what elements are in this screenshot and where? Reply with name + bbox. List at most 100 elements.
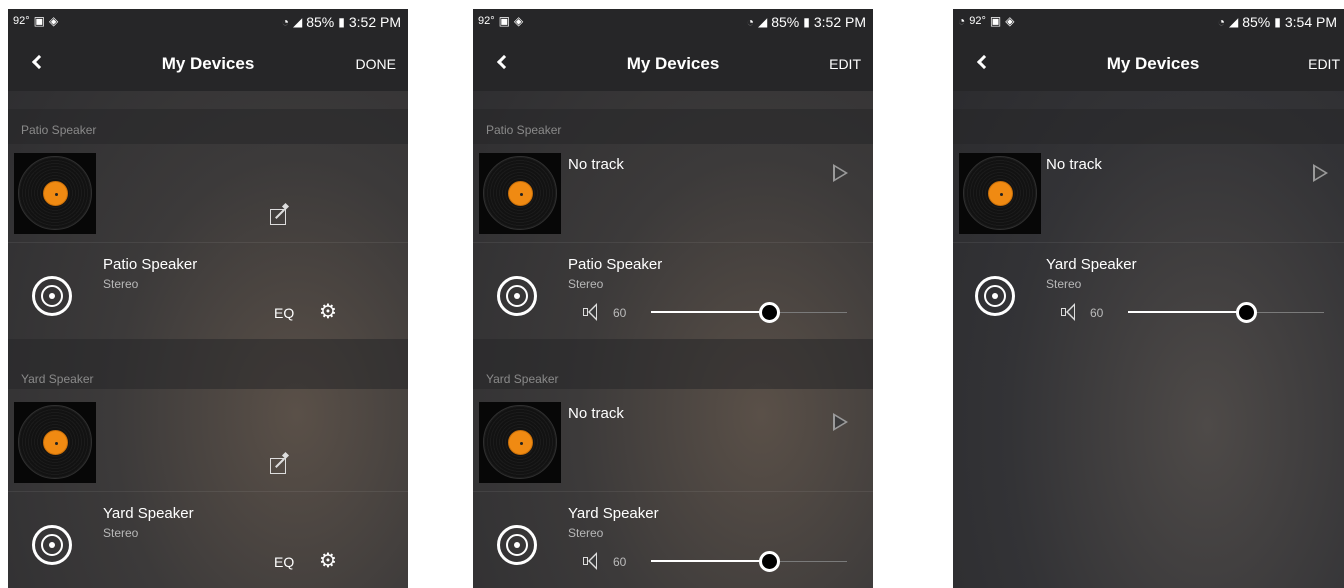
- speaker-name: Patio Speaker: [568, 256, 663, 273]
- track-title: No track: [568, 405, 624, 422]
- edit-button[interactable]: EDIT: [1308, 56, 1340, 72]
- volume-fill: [651, 311, 769, 313]
- speaker-mode: Stereo: [568, 277, 604, 291]
- speaker-mode: Stereo: [1046, 277, 1082, 291]
- speaker-mode: Stereo: [568, 526, 604, 540]
- section-header: Patio Speaker: [8, 109, 408, 144]
- gear-icon[interactable]: ⚙: [319, 302, 337, 322]
- speaker-icon[interactable]: [975, 276, 1015, 316]
- vinyl-record-icon: [483, 405, 557, 479]
- album-art: [14, 153, 96, 234]
- eq-button[interactable]: EQ: [274, 305, 294, 321]
- wifi-icon: ◔: [281, 15, 289, 29]
- phone-screen-two-speakers: 92° ▣ ◈ ◔ ◢ 85% ▮ 3:52 PM My Devices EDI…: [473, 9, 873, 588]
- speaker-icon[interactable]: [32, 276, 72, 316]
- status-left: 92° ▣ ◈: [13, 14, 58, 28]
- speaker-row[interactable]: Patio Speaker Stereo 60: [473, 243, 873, 339]
- status-right: ◔ ◢ 85% ▮ 3:54 PM: [1218, 14, 1337, 30]
- image-icon: ▣: [33, 14, 45, 28]
- shield-icon: ◈: [1005, 14, 1015, 28]
- volume-thumb[interactable]: [758, 551, 780, 572]
- speaker-icon[interactable]: [32, 525, 72, 565]
- edit-icon[interactable]: [270, 451, 290, 474]
- empty-list-area: [953, 338, 1344, 588]
- vinyl-record-icon: [18, 156, 92, 230]
- speaker-mode: Stereo: [103, 277, 139, 291]
- battery-icon: ▮: [338, 15, 345, 29]
- app-header: My Devices EDIT: [473, 37, 873, 91]
- battery-icon: ▮: [1274, 15, 1281, 29]
- status-right: ◔ ◢ 85% ▮ 3:52 PM: [747, 14, 866, 30]
- status-bar: 92° ▣ ◈ ◔ ◢ 85% ▮ 3:52 PM: [473, 9, 873, 37]
- section-label: Patio Speaker: [486, 123, 562, 137]
- volume-value: 60: [613, 555, 627, 569]
- battery-level: 85%: [1242, 14, 1271, 30]
- done-button[interactable]: DONE: [356, 56, 396, 72]
- album-art: [479, 402, 561, 483]
- volume-thumb[interactable]: [1235, 302, 1257, 323]
- now-playing-card: [8, 144, 408, 243]
- track-title: No track: [1046, 156, 1102, 173]
- speaker-volume-icon[interactable]: [583, 303, 599, 321]
- album-art: [959, 153, 1041, 234]
- app-header: My Devices EDIT: [953, 37, 1344, 91]
- album-art: [14, 402, 96, 483]
- album-art: [479, 153, 561, 234]
- volume-value: 60: [613, 306, 627, 320]
- speaker-icon[interactable]: [497, 525, 537, 565]
- volume-slider[interactable]: [1128, 302, 1324, 332]
- now-playing-card: No track: [473, 393, 873, 492]
- edit-button[interactable]: EDIT: [829, 56, 861, 72]
- gear-icon[interactable]: ⚙: [319, 551, 337, 571]
- speaker-name: Yard Speaker: [568, 505, 659, 522]
- temperature: 92°: [478, 15, 495, 27]
- speaker-icon[interactable]: [497, 276, 537, 316]
- signal-icon: ◢: [757, 15, 768, 29]
- temperature: 92°: [13, 15, 30, 27]
- section-label: Yard Speaker: [486, 372, 559, 386]
- section-header: [953, 109, 1344, 144]
- speaker-row[interactable]: Patio Speaker Stereo EQ ⚙: [8, 243, 408, 339]
- battery-icon: ▮: [803, 15, 810, 29]
- now-playing-card: No track: [473, 144, 873, 243]
- clock: 3:52 PM: [348, 14, 401, 30]
- eq-button[interactable]: EQ: [274, 554, 294, 570]
- speaker-row[interactable]: Yard Speaker Stereo EQ ⚙: [8, 492, 408, 588]
- vinyl-record-icon: [18, 405, 92, 479]
- clock: 3:52 PM: [813, 14, 866, 30]
- shield-icon: ◈: [48, 14, 59, 28]
- status-left: ◔ 92° ▣ ◈: [958, 14, 1014, 28]
- speaker-row[interactable]: Yard Speaker Stereo 60: [473, 492, 873, 588]
- page-title: My Devices: [1106, 54, 1200, 73]
- play-icon[interactable]: [1313, 164, 1329, 182]
- image-icon: ▣: [989, 14, 1002, 28]
- wifi-icon: ◔: [1217, 15, 1225, 29]
- speaker-volume-icon[interactable]: [583, 552, 599, 570]
- volume-fill: [1128, 311, 1246, 313]
- play-icon[interactable]: [833, 164, 849, 182]
- temperature: 92°: [969, 15, 986, 27]
- now-playing-card: [8, 393, 408, 492]
- volume-slider[interactable]: [651, 302, 847, 332]
- wifi-icon: ◔: [746, 15, 754, 29]
- now-playing-card: No track: [953, 144, 1344, 243]
- vinyl-record-icon: [963, 156, 1037, 230]
- section-header: Patio Speaker: [473, 109, 873, 144]
- track-title: No track: [568, 156, 624, 173]
- speaker-volume-icon[interactable]: [1061, 303, 1077, 321]
- volume-value: 60: [1090, 306, 1104, 320]
- image-icon: ▣: [498, 14, 510, 28]
- volume-slider[interactable]: [651, 551, 847, 581]
- edit-icon[interactable]: [270, 202, 290, 225]
- speaker-name: Yard Speaker: [1046, 256, 1137, 273]
- play-icon[interactable]: [833, 413, 849, 431]
- phone-screen-single-speaker: ◔ 92° ▣ ◈ ◔ ◢ 85% ▮ 3:54 PM My Devices E…: [953, 9, 1344, 588]
- section-header: Yard Speaker: [8, 339, 408, 389]
- status-bar: ◔ 92° ▣ ◈ ◔ ◢ 85% ▮ 3:54 PM: [953, 9, 1344, 37]
- battery-level: 85%: [771, 14, 800, 30]
- status-bar: 92° ▣ ◈ ◔ ◢ 85% ▮ 3:52 PM: [8, 9, 408, 37]
- wifi-icon: ◔: [958, 14, 966, 28]
- status-right: ◔ ◢ 85% ▮ 3:52 PM: [282, 14, 401, 30]
- volume-thumb[interactable]: [758, 302, 780, 323]
- speaker-row[interactable]: Yard Speaker Stereo 60: [953, 243, 1344, 339]
